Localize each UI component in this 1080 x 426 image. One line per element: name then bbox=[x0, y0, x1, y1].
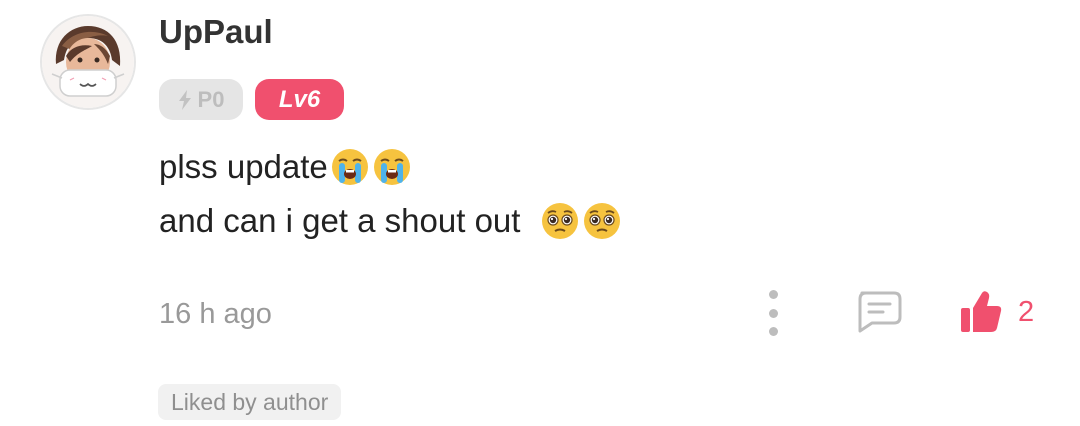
power-badge: P0 bbox=[159, 79, 243, 120]
lightning-bolt-icon bbox=[178, 89, 191, 110]
more-vertical-icon bbox=[768, 308, 778, 318]
loudly-crying-face-icon bbox=[330, 147, 370, 187]
comment-bubble-icon bbox=[858, 291, 902, 333]
pleading-face-icon bbox=[540, 201, 580, 241]
like-count: 2 bbox=[1018, 295, 1035, 328]
username[interactable]: UpPaul bbox=[159, 12, 273, 52]
more-vertical-icon bbox=[768, 327, 778, 336]
liked-by-author-badge: Liked by author bbox=[158, 384, 342, 420]
comment-line-1: plss update bbox=[159, 140, 622, 194]
more-options-button[interactable] bbox=[758, 290, 788, 336]
comment-line-2: and can i get a shout out bbox=[159, 194, 622, 248]
thumbs-up-icon bbox=[961, 291, 1002, 332]
level-badge-label: Lv6 bbox=[278, 85, 321, 113]
loudly-crying-face-icon bbox=[372, 147, 412, 187]
comment-line-2-text: and can i get a shout out bbox=[159, 202, 530, 239]
comment-timestamp: 16 h ago bbox=[159, 298, 272, 330]
power-badge-label: P0 bbox=[197, 86, 225, 112]
level-badge: Lv6 bbox=[255, 79, 344, 120]
like-button[interactable]: 2 bbox=[960, 288, 1034, 336]
comment-line-1-text: plss update bbox=[159, 148, 328, 185]
comment-text: plss update and can i get a shout out bbox=[159, 140, 622, 248]
reply-button[interactable] bbox=[854, 289, 902, 333]
more-vertical-icon bbox=[768, 290, 778, 299]
pleading-face-icon bbox=[582, 201, 622, 241]
user-avatar[interactable] bbox=[40, 14, 136, 110]
